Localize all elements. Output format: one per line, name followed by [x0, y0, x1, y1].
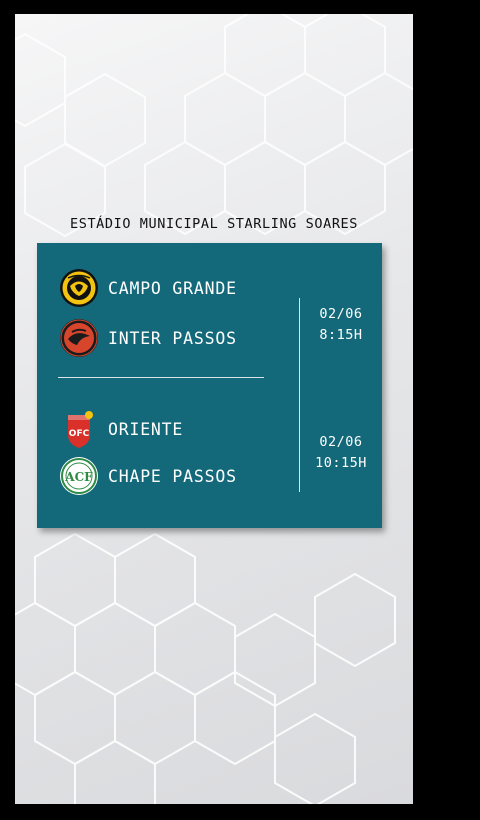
campo-grande-crest-icon	[60, 269, 98, 307]
schedule-card: CAMPO GRANDE INTER PASSOS OFC ORIENTE AC…	[37, 243, 382, 528]
chape-passos-crest-icon: ACF	[60, 457, 98, 495]
match-1-time: 8:15H	[319, 327, 363, 343]
poster-background: ESTÁDIO MUNICIPAL STARLING SOARES CAMPO …	[15, 14, 413, 804]
match-2-datetime: 02/06 10:15H	[301, 432, 381, 474]
team-name-oriente: ORIENTE	[108, 419, 184, 439]
inter-passos-crest-icon	[60, 319, 98, 357]
match-separator	[58, 377, 264, 378]
match-2-date: 02/06	[319, 434, 363, 450]
oriente-crest-text: OFC	[69, 429, 90, 439]
match-1-date: 02/06	[319, 306, 363, 322]
team-row-campo-grande: CAMPO GRANDE	[59, 268, 237, 308]
team-name-inter-passos: INTER PASSOS	[108, 328, 237, 348]
team-row-chape-passos: ACF CHAPE PASSOS	[59, 456, 237, 496]
match-1-datetime: 02/06 8:15H	[301, 304, 381, 346]
chape-crest-text: ACF	[64, 470, 93, 484]
team-row-oriente: OFC ORIENTE	[59, 409, 183, 449]
vertical-divider	[299, 298, 300, 492]
oriente-crest-icon: OFC	[68, 411, 93, 448]
team-name-chape-passos: CHAPE PASSOS	[108, 466, 237, 486]
team-name-campo-grande: CAMPO GRANDE	[108, 278, 237, 298]
team-row-inter-passos: INTER PASSOS	[59, 318, 237, 358]
venue-title: ESTÁDIO MUNICIPAL STARLING SOARES	[69, 216, 358, 232]
match-2-time: 10:15H	[315, 455, 367, 471]
